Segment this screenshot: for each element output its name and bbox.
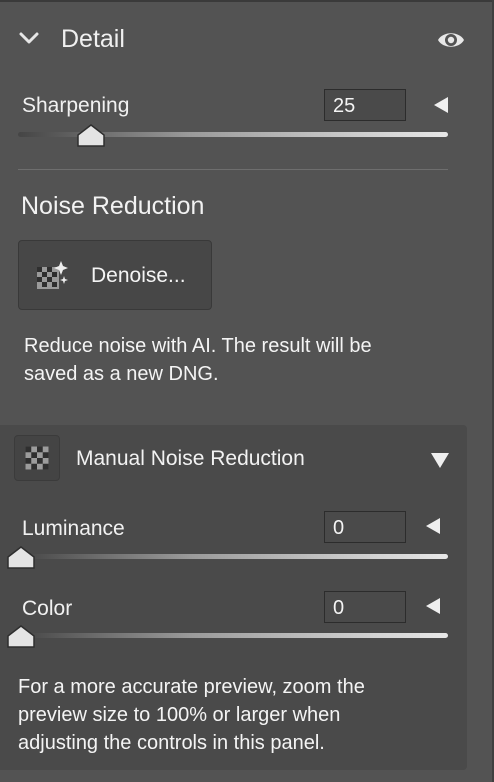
top-border bbox=[0, 0, 494, 2]
noise-pattern-glyph bbox=[25, 446, 49, 470]
noise-pattern-icon bbox=[14, 435, 60, 481]
color-slider-track[interactable] bbox=[18, 633, 448, 638]
sharpening-value-field[interactable]: 25 bbox=[324, 89, 406, 121]
collapse-triangle-icon[interactable] bbox=[429, 450, 451, 470]
luminance-label: Luminance bbox=[22, 517, 125, 540]
preview-note-line-2: preview size to 100% or larger when bbox=[18, 704, 341, 726]
denoise-description-line-2: saved as a new DNG. bbox=[24, 363, 219, 385]
manual-noise-reduction-title[interactable]: Manual Noise Reduction bbox=[76, 447, 305, 471]
color-label: Color bbox=[22, 597, 73, 620]
luminance-reset-arrow-icon[interactable] bbox=[424, 517, 442, 535]
section-divider bbox=[18, 169, 448, 170]
detail-panel-header[interactable]: Detail bbox=[0, 14, 490, 64]
sharpening-label: Sharpening bbox=[22, 94, 130, 117]
color-value-field[interactable]: 0 bbox=[324, 591, 406, 623]
manual-noise-reduction-panel: Manual Noise Reduction Luminance 0 Color… bbox=[0, 425, 467, 770]
sharpening-reset-arrow-icon[interactable] bbox=[432, 96, 450, 114]
panel-title: Detail bbox=[61, 25, 125, 53]
luminance-value-field[interactable]: 0 bbox=[324, 511, 406, 543]
sharpening-slider-thumb[interactable] bbox=[76, 124, 106, 148]
denoise-button-label: Denoise... bbox=[91, 264, 186, 287]
preview-note-line-3: adjusting the controls in this panel. bbox=[18, 732, 325, 754]
noise-reduction-title: Noise Reduction bbox=[21, 192, 205, 220]
ai-denoise-icon bbox=[37, 261, 68, 289]
preview-note-line-1: For a more accurate preview, zoom the bbox=[18, 676, 365, 698]
color-reset-arrow-icon[interactable] bbox=[424, 597, 442, 615]
color-slider-thumb[interactable] bbox=[6, 625, 36, 649]
denoise-description-line-1: Reduce noise with AI. The result will be bbox=[24, 335, 372, 357]
luminance-slider-track[interactable] bbox=[18, 554, 448, 559]
eye-icon[interactable] bbox=[436, 28, 466, 52]
chevron-down-icon[interactable] bbox=[18, 28, 40, 48]
denoise-button[interactable]: Denoise... bbox=[18, 240, 212, 310]
luminance-slider-thumb[interactable] bbox=[6, 546, 36, 570]
